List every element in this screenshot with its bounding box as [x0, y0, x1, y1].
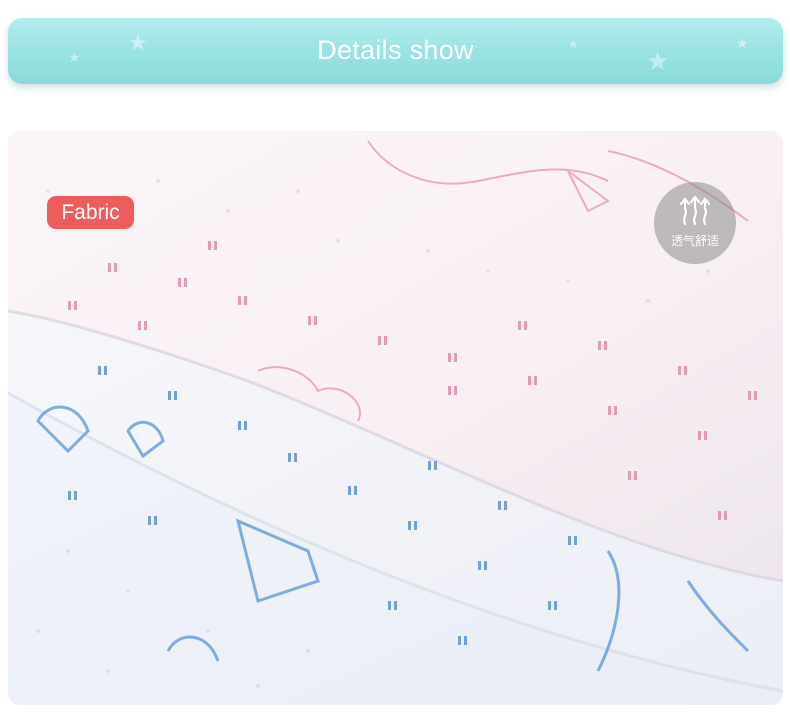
banner-title: Details show [317, 35, 474, 65]
breathable-badge: 透气舒适 [654, 182, 736, 264]
section-banner: ★ ★ ★ ★ ★ Details show [8, 18, 783, 84]
breathable-arrows-icon [654, 195, 736, 231]
breathable-label: 透气舒适 [670, 234, 719, 248]
fabric-badge: Fabric [47, 196, 134, 229]
